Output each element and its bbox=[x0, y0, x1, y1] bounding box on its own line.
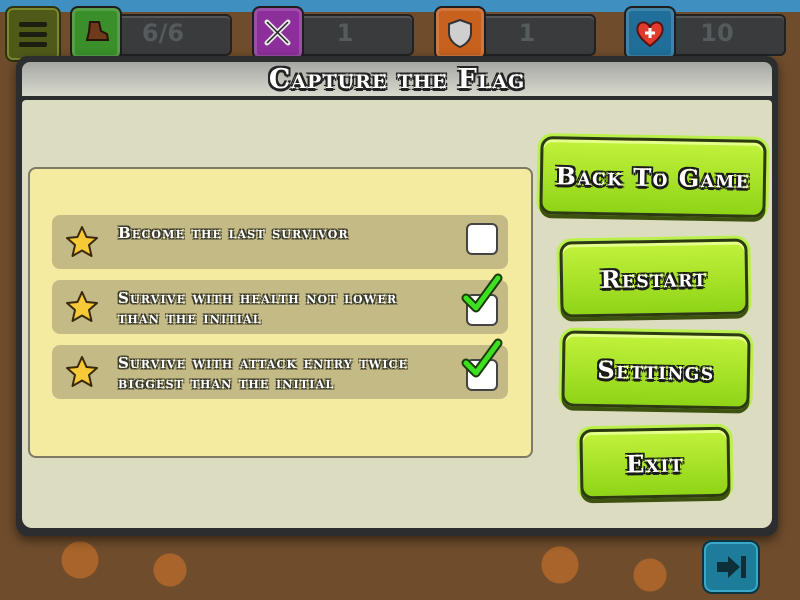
exit-label: Exit bbox=[625, 447, 685, 479]
hamburger-icon-bar bbox=[19, 31, 47, 37]
checkmark-icon bbox=[461, 273, 503, 313]
objective-row: Survive with attack entry twice biggest … bbox=[52, 338, 508, 399]
boot-icon bbox=[70, 6, 122, 60]
menu-button[interactable] bbox=[5, 6, 61, 62]
objective-text: Survive with attack entry twice biggest … bbox=[118, 354, 409, 392]
objective-text: Become the last survivor bbox=[118, 224, 349, 242]
dialog-title: Capture the Flag bbox=[268, 63, 526, 95]
shield-icon bbox=[434, 6, 486, 60]
star-icon bbox=[66, 356, 98, 387]
objective-row: Survive with health not lower than the i… bbox=[52, 273, 508, 334]
settings-button[interactable]: Settings bbox=[561, 330, 751, 410]
stat-defense: 1 bbox=[434, 6, 596, 60]
exit-button[interactable]: Exit bbox=[579, 426, 731, 500]
back-to-game-button[interactable]: Back To Game bbox=[539, 136, 767, 218]
restart-button[interactable]: Restart bbox=[559, 238, 749, 318]
heart-plus-icon bbox=[624, 6, 676, 60]
star-icon bbox=[66, 291, 98, 322]
stat-health: 10 bbox=[624, 6, 786, 60]
dialog-titlebar: Capture the Flag bbox=[22, 62, 772, 96]
skip-turn-button[interactable] bbox=[702, 540, 760, 594]
hamburger-icon-bar bbox=[19, 41, 47, 47]
back-to-game-label: Back To Game bbox=[555, 160, 751, 194]
objectives-panel: Become the last survivor Survive with he… bbox=[28, 167, 533, 458]
checkmark-icon bbox=[461, 338, 503, 378]
objective-row: Become the last survivor bbox=[52, 215, 508, 269]
objective-checkbox[interactable] bbox=[466, 223, 498, 255]
stat-moves: 6/6 bbox=[70, 6, 232, 60]
stat-attack: 1 bbox=[252, 6, 414, 60]
swords-icon bbox=[252, 6, 304, 60]
settings-label: Settings bbox=[597, 354, 715, 386]
skip-forward-icon bbox=[717, 556, 746, 578]
restart-label: Restart bbox=[600, 262, 708, 294]
star-icon bbox=[66, 226, 98, 257]
objective-text: Survive with health not lower than the i… bbox=[118, 289, 398, 327]
hamburger-icon bbox=[19, 21, 47, 27]
